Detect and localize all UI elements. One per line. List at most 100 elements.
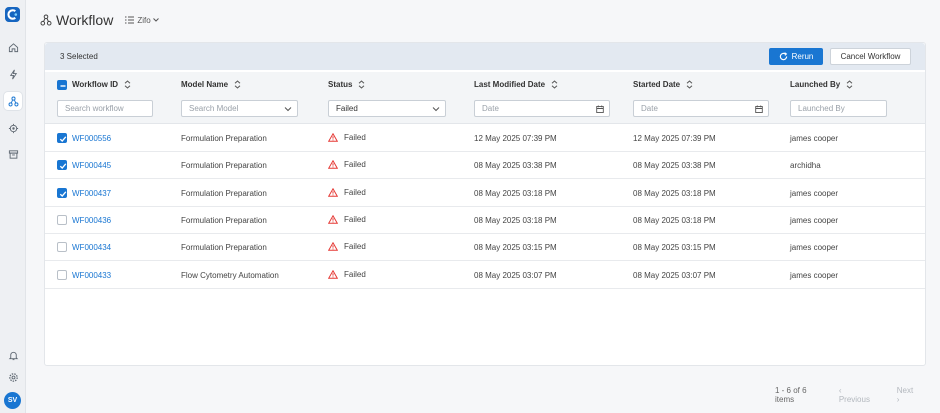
- row-checkbox[interactable]: [57, 214, 67, 225]
- sort-icon: [234, 80, 241, 89]
- launched-by: james cooper: [790, 134, 839, 143]
- col-header-launched-by[interactable]: Launched By: [790, 80, 853, 89]
- indeterminate-icon: [60, 85, 66, 87]
- launched-by: james cooper: [790, 270, 839, 280]
- workflow-id-link[interactable]: WF000434: [72, 243, 111, 252]
- model-name: Formulation Preparation: [181, 134, 267, 143]
- table-row[interactable]: WF000437 Formulation Preparation Failed …: [45, 180, 925, 207]
- last-modified-date: 12 May 2025 07:39 PM: [474, 134, 557, 143]
- status-cell: Failed: [328, 269, 366, 279]
- launched-by-search-input[interactable]: Launched By: [790, 100, 887, 117]
- check-icon: [59, 136, 67, 142]
- warning-icon: [328, 187, 338, 197]
- table-header: Workflow ID Model Name Status Last Modif…: [45, 72, 925, 124]
- col-header-started-date[interactable]: Started Date: [633, 80, 693, 89]
- workflow-search-input[interactable]: Search workflow: [57, 100, 153, 117]
- pagination: 1 - 6 of 6 items ‹ Previous Next ›: [775, 386, 940, 404]
- table-row[interactable]: WF000436 Formulation Preparation Failed …: [45, 207, 925, 234]
- col-header-last-modified[interactable]: Last Modified Date: [474, 80, 558, 89]
- status-text: Failed: [344, 160, 366, 170]
- chevron-down-icon: [284, 107, 292, 112]
- started-date: 08 May 2025 03:18 PM: [633, 188, 716, 198]
- last-modified-date: 08 May 2025 03:07 PM: [474, 270, 557, 280]
- row-checkbox[interactable]: [57, 187, 67, 198]
- workflow-table-card: 3 Selected Rerun Cancel Workflow Workflo…: [44, 42, 926, 366]
- nav-notifications[interactable]: [4, 346, 22, 364]
- launched-by: archidha: [790, 161, 821, 171]
- calendar-icon: [596, 105, 604, 113]
- table-row[interactable]: WF000434 Formulation Preparation Failed …: [45, 234, 925, 262]
- nav-automation[interactable]: [4, 65, 22, 83]
- next-page-button[interactable]: Next ›: [897, 386, 929, 404]
- warning-icon: [328, 133, 338, 142]
- page-header: Workflow Zifo: [40, 10, 162, 30]
- chevron-down-icon: [152, 18, 159, 22]
- lightning-icon: [9, 69, 17, 79]
- sort-icon: [124, 80, 131, 89]
- workflow-id-link[interactable]: WF000556: [72, 134, 111, 143]
- org-name: Zifo: [137, 15, 151, 25]
- warning-icon: [328, 214, 338, 224]
- col-header-status[interactable]: Status: [328, 80, 365, 89]
- nav-settings[interactable]: [4, 368, 22, 386]
- nav-workflow[interactable]: [4, 92, 22, 110]
- cancel-workflow-button[interactable]: Cancel Workflow: [830, 48, 911, 65]
- selected-count: 3 Selected: [60, 52, 98, 61]
- table-row[interactable]: WF000445 Formulation Preparation Failed …: [45, 152, 925, 180]
- calendar-icon: [755, 105, 763, 113]
- workflow-icon: [40, 14, 52, 26]
- row-checkbox[interactable]: [57, 160, 67, 171]
- sort-icon: [846, 80, 853, 89]
- check-icon: [59, 190, 67, 197]
- pagination-summary: 1 - 6 of 6 items: [775, 386, 807, 404]
- select-all-checkbox[interactable]: [57, 80, 67, 90]
- app-logo-icon: [5, 7, 20, 22]
- nav-models[interactable]: [4, 119, 22, 137]
- archive-icon: [8, 149, 18, 159]
- workflow-id-link[interactable]: WF000437: [72, 189, 111, 198]
- workflow-id-link[interactable]: WF000433: [72, 271, 111, 280]
- status-text: Failed: [344, 242, 366, 252]
- org-selector[interactable]: Zifo: [125, 16, 161, 25]
- status-text: Failed: [344, 133, 366, 142]
- nav-home[interactable]: [4, 38, 22, 56]
- workflow-icon: [8, 96, 18, 106]
- row-checkbox[interactable]: [57, 133, 67, 143]
- started-date: 08 May 2025 03:15 PM: [633, 243, 716, 253]
- warning-icon: [328, 269, 338, 279]
- last-modified-date: 08 May 2025 03:18 PM: [474, 188, 557, 198]
- col-header-model-name[interactable]: Model Name: [181, 80, 241, 89]
- previous-page-button[interactable]: ‹ Previous: [839, 386, 886, 404]
- table-row[interactable]: WF000556 Formulation Preparation Failed …: [45, 125, 925, 152]
- model-name: Formulation Preparation: [181, 188, 267, 198]
- check-icon: [59, 163, 67, 170]
- status-filter-select[interactable]: Failed: [328, 100, 446, 117]
- workflow-id-link[interactable]: WF000436: [72, 216, 111, 225]
- row-checkbox[interactable]: [57, 242, 67, 253]
- last-modified-date: 08 May 2025 03:18 PM: [474, 215, 557, 225]
- table-row[interactable]: WF000433 Flow Cytometry Automation Faile…: [45, 262, 925, 289]
- started-date: 08 May 2025 03:07 PM: [633, 270, 716, 280]
- status-cell: Failed: [328, 242, 366, 251]
- col-header-workflow-id[interactable]: Workflow ID: [72, 80, 131, 89]
- last-modified-date: 08 May 2025 03:38 PM: [474, 161, 557, 171]
- row-checkbox[interactable]: [57, 269, 67, 280]
- sort-icon: [359, 80, 365, 89]
- sidebar: SV: [0, 0, 26, 413]
- refresh-icon: [779, 52, 787, 61]
- user-avatar[interactable]: SV: [4, 392, 21, 409]
- launched-by: james cooper: [790, 215, 839, 225]
- warning-icon: [328, 242, 338, 251]
- rerun-button[interactable]: Rerun: [769, 48, 823, 65]
- status-cell: Failed: [328, 187, 366, 197]
- last-modified-date-picker[interactable]: Date: [474, 100, 610, 117]
- sort-icon: [551, 80, 558, 89]
- model-search-select[interactable]: Search Model: [181, 100, 298, 117]
- status-text: Failed: [344, 214, 366, 224]
- selection-bar: 3 Selected Rerun Cancel Workflow: [45, 43, 925, 70]
- last-modified-date: 08 May 2025 03:15 PM: [474, 243, 557, 253]
- nav-archive[interactable]: [4, 145, 22, 163]
- started-date-picker[interactable]: Date: [633, 100, 769, 117]
- workflow-id-link[interactable]: WF000445: [72, 161, 111, 170]
- started-date: 08 May 2025 03:18 PM: [633, 215, 716, 225]
